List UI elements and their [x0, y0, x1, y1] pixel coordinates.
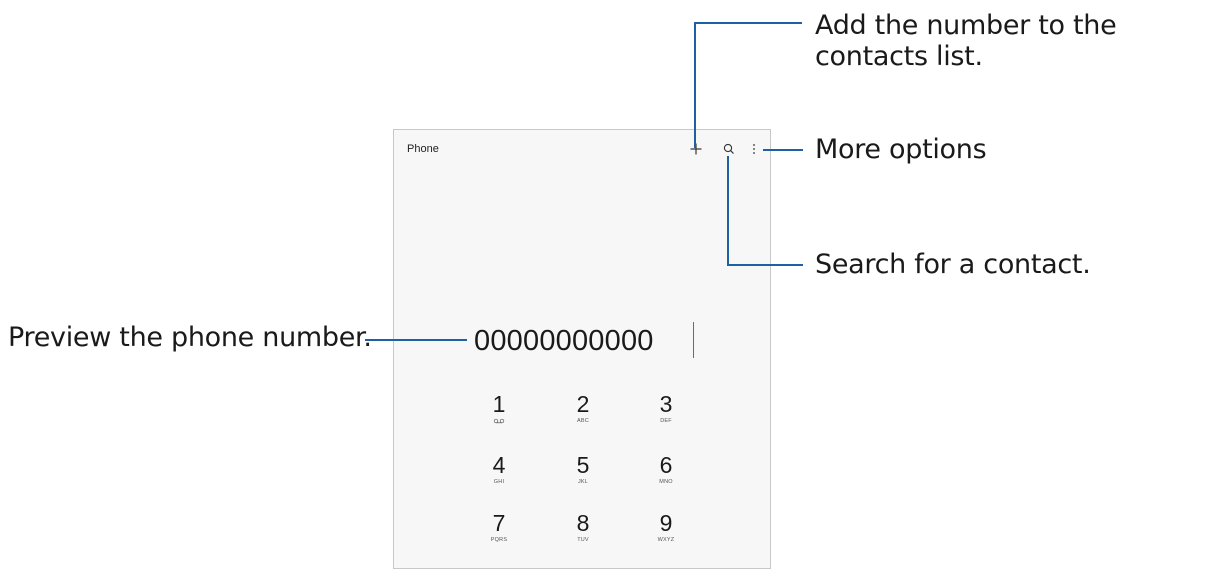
- phone-number-display: 00000000000: [474, 325, 654, 357]
- callout-add-contact: Add the number to the contacts list.: [815, 10, 1117, 72]
- keypad-key-5[interactable]: 5 JKL: [558, 452, 608, 496]
- key-letters: WXYZ: [657, 537, 675, 543]
- callout-line-search-vertical: [727, 156, 729, 265]
- keypad-key-6[interactable]: 6 MNO: [641, 452, 691, 496]
- key-digit: 8: [576, 510, 590, 536]
- callout-preview-number: Preview the phone number.: [8, 322, 372, 353]
- key-letters: MNO: [659, 479, 673, 485]
- voicemail-icon: [474, 418, 524, 427]
- key-digit: 1: [492, 391, 506, 417]
- key-digit: 3: [659, 391, 673, 417]
- keypad-key-2[interactable]: 2 ABC: [558, 391, 608, 435]
- app-title: Phone: [407, 143, 439, 155]
- text-caret: [693, 322, 694, 358]
- more-vertical-icon[interactable]: [746, 141, 762, 157]
- keypad-key-1[interactable]: 1: [474, 391, 524, 435]
- key-digit: 2: [576, 391, 590, 417]
- callout-line-add-horizontal: [694, 22, 802, 24]
- key-digit: 6: [659, 452, 673, 478]
- callout-more-options: More options: [815, 134, 987, 165]
- keypad-key-7[interactable]: 7 PQRS: [474, 510, 524, 554]
- plus-icon[interactable]: [688, 141, 704, 157]
- keypad-key-4[interactable]: 4 GHI: [474, 452, 524, 496]
- key-letters: JKL: [577, 479, 589, 485]
- callout-line-preview: [365, 339, 467, 341]
- key-digit: 7: [492, 510, 506, 536]
- callout-line-search-horizontal: [727, 264, 803, 266]
- phone-app-window: Phone 00000000000 1 2 ABC 3 DEF 4 GHI 5 …: [393, 129, 771, 569]
- key-letters: ABC: [577, 418, 589, 424]
- keypad-key-8[interactable]: 8 TUV: [558, 510, 608, 554]
- search-icon[interactable]: [721, 141, 737, 157]
- key-letters: GHI: [493, 479, 505, 485]
- keypad-key-9[interactable]: 9 WXYZ: [641, 510, 691, 554]
- annotated-screenshot: Phone 00000000000 1 2 ABC 3 DEF 4 GHI 5 …: [0, 0, 1223, 569]
- key-digit: 5: [576, 452, 590, 478]
- key-digit: 4: [492, 452, 506, 478]
- keypad-key-3[interactable]: 3 DEF: [641, 391, 691, 435]
- key-digit: 9: [659, 510, 673, 536]
- callout-search-contact: Search for a contact.: [815, 249, 1091, 280]
- callout-line-add-vertical: [694, 23, 696, 148]
- key-letters: TUV: [577, 537, 589, 543]
- callout-line-more: [763, 149, 803, 151]
- key-letters: DEF: [660, 418, 672, 424]
- key-letters: PQRS: [490, 537, 508, 543]
